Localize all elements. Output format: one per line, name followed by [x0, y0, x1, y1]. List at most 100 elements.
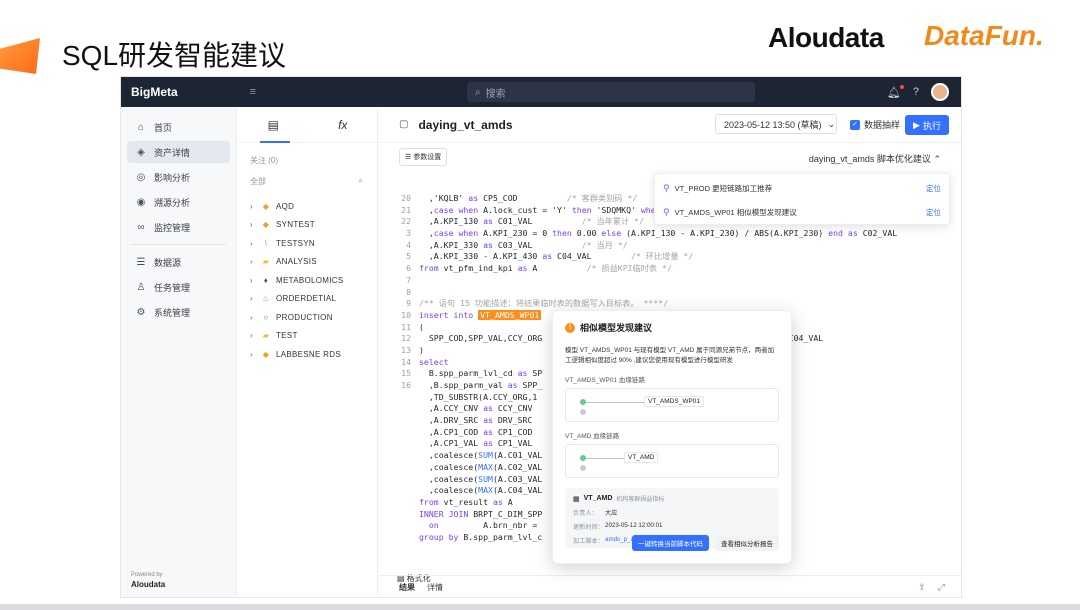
code-text: insert into VT_AMDS_WP01 — [419, 309, 542, 320]
similar-model-dialog: ! 相似模型发现建议 模型 VT_AMDS_WP01 与现有模型 VT_AMD 属… — [552, 310, 792, 564]
script-key: 加工脚本： — [573, 538, 604, 545]
model-subtitle: 机构客群损益指标 — [616, 497, 665, 503]
sidebar-item-label: 监控管理 — [154, 222, 191, 233]
collapse-sidebar-icon[interactable]: ≡ — [250, 86, 256, 98]
line-number — [391, 462, 419, 474]
suggestion-label: VT_PROD 更短链路加工推荐 — [674, 183, 773, 193]
slide-accent-shape — [0, 38, 40, 74]
tree-item[interactable]: › ▰ ANALYSIS — [238, 253, 377, 272]
line-number: 13 — [401, 344, 411, 355]
tab-tables-icon[interactable]: ▤ — [268, 118, 279, 132]
aloudata-logo: Aloudata — [768, 22, 884, 53]
lineage-graph[interactable]: VT_AMD — [565, 444, 779, 478]
tree-item[interactable]: › ♦ METABOLOMICS — [238, 271, 377, 290]
export-icon[interactable]: ⇪ — [918, 582, 926, 593]
database-icon: ☰ — [136, 256, 146, 268]
search-icon: ⌕ — [475, 86, 481, 98]
code-line[interactable]: 5 ,A.KPI_330 - A.KPI_430 as C04_VAL /* 环… — [391, 251, 961, 263]
powered-by-brand: Aloudata — [131, 580, 166, 589]
app-brand: BigMeta — [131, 85, 178, 99]
chevron-right-icon: › — [250, 257, 253, 267]
suggestion-label: VT_AMDS_WP01 相似模型发现建议 — [674, 207, 797, 217]
line-number — [391, 485, 419, 497]
code-line[interactable]: 4 ,A.KPI_330 as C03_VAL /* 当月 */ — [391, 240, 961, 252]
code-line[interactable]: 6 from vt_pfm_ind_kpi as A /* 损益KPI临时表 */ — [391, 263, 961, 275]
lineage-node — [580, 409, 586, 415]
tree-item[interactable]: › ♨ ORDERDETIAL — [238, 290, 377, 309]
tree-item-label: LABBESNE RDS — [276, 349, 341, 359]
sidebar-item-task[interactable]: ♙ 任务管理 — [127, 276, 230, 298]
owner-key: 负责人： — [573, 510, 598, 517]
user-avatar[interactable] — [931, 83, 949, 101]
code-text: ) — [419, 344, 424, 355]
sidebar-item-asset-detail[interactable]: ◈ 资产详情 — [127, 141, 230, 163]
sidebar-item-impact-analysis[interactable]: ◎ 影响分析 — [127, 166, 230, 188]
run-button[interactable]: ▶ 执行 — [905, 115, 949, 135]
chevron-up-icon: ⌃ — [933, 154, 941, 164]
param-settings-button[interactable]: ☰ 参数设置 — [399, 148, 448, 166]
expand-icon[interactable]: ⤢ — [938, 582, 945, 593]
line-number — [391, 520, 419, 532]
run-label: 执行 — [922, 120, 941, 131]
follow-label[interactable]: 关注 (0) — [250, 155, 377, 166]
sample-checkbox[interactable]: ✓ 数据抽样 — [850, 118, 900, 131]
link-icon: \ — [264, 238, 268, 248]
locate-link[interactable]: 定位 — [926, 183, 941, 194]
tab-functions[interactable]: fx — [338, 118, 347, 132]
tree-item[interactable]: › ◆ AQD — [238, 197, 377, 216]
sidebar-item-label: 数据源 — [154, 257, 182, 268]
slide-bottom-border — [0, 604, 1080, 610]
sidebar-item-system[interactable]: ⚙ 系统管理 — [127, 301, 230, 323]
search-icon[interactable]: ⌕ — [359, 176, 363, 187]
code-text: ,coalesce(MAX(A.C02_VAL — [419, 461, 543, 472]
top-icons: 🔔︎ ? — [887, 83, 949, 101]
code-text: from vt_result as A — [419, 496, 513, 507]
tree-item[interactable]: › ○ PRODUCTION — [238, 308, 377, 327]
model-name[interactable]: VT_AMD — [584, 495, 613, 502]
help-icon[interactable]: ? — [913, 86, 919, 98]
sidebar-item-trace-analysis[interactable]: ◉ 溯源分析 — [127, 191, 230, 213]
line-number: 11 — [401, 321, 411, 332]
code-text: select — [419, 356, 449, 367]
tree-item[interactable]: › \ TESTSYN — [238, 234, 377, 253]
suggestion-item[interactable]: ⚲ VT_AMDS_WP01 相似模型发现建议 定位 — [663, 202, 941, 222]
tab-results[interactable]: 结果 — [399, 582, 415, 593]
chevron-right-icon: › — [250, 201, 253, 211]
dialog-title: ! 相似模型发现建议 — [565, 321, 779, 334]
optimization-title[interactable]: daying_vt_amds 脚本优化建议 ⌃ — [809, 152, 941, 165]
sidebar-item-monitor[interactable]: ∞ 监控管理 — [127, 216, 230, 238]
owner-value: 大应 — [605, 510, 618, 517]
tree-search[interactable]: 全部 ⌕ — [250, 176, 363, 187]
sidebar-item-home[interactable]: ⌂ 首页 — [127, 116, 230, 138]
tab-details[interactable]: 详情 — [427, 582, 443, 593]
code-line[interactable]: 8 — [391, 287, 961, 299]
lineage-graph[interactable]: VT_AMDS_WP01 — [565, 388, 779, 422]
code-line[interactable]: 3 ,case when A.KPI_230 = 0 then 0.00 els… — [391, 228, 961, 240]
folder-icon: ▰ — [262, 257, 270, 267]
sidebar-item-label: 影响分析 — [154, 172, 191, 183]
locate-link[interactable]: 定位 — [926, 207, 941, 218]
code-line[interactable]: 7 — [391, 275, 961, 287]
tree-item[interactable]: › ◆ LABBESNE RDS — [238, 345, 377, 364]
model-card-title: ▦ VT_AMD 机构客群损益指标 — [573, 494, 771, 503]
line-number — [391, 438, 419, 450]
view-report-button[interactable]: 查看相似分析报告 — [715, 535, 779, 551]
all-label: 全部 — [250, 177, 266, 186]
version-select[interactable]: 2023-05-12 13:50 (草稿) ⌄ — [715, 114, 837, 134]
updated-key: 更新时间： — [573, 524, 604, 531]
tree-item[interactable]: › ◆ SYNTEST — [238, 216, 377, 235]
lineage-label: VT_AMD 血缘链路 — [565, 433, 620, 440]
global-search-input[interactable]: ⌕ 搜索 — [467, 82, 755, 102]
powered-by: Powered by Aloudata — [131, 571, 165, 591]
sidebar-item-label: 系统管理 — [154, 307, 191, 318]
tree-item[interactable]: › ▰ TEST — [238, 327, 377, 346]
suggestion-item[interactable]: ⚲ VT_PROD 更短链路加工推荐 定位 — [663, 178, 941, 198]
sidebar-item-datasource[interactable]: ☰ 数据源 — [127, 251, 230, 273]
line-number — [391, 509, 419, 521]
chevron-right-icon: › — [250, 294, 253, 304]
convert-script-button[interactable]: 一键转换当前脚本代码 — [632, 535, 709, 551]
notification-bell-icon[interactable]: 🔔︎ — [887, 84, 904, 99]
layers-icon: ◈ — [137, 146, 145, 158]
code-line[interactable]: 9 /** 语句 15 功能描述：将结果临时表的数据写入目标表。 ****/ — [391, 298, 961, 310]
updated-value: 2023-05-12 12:00:01 — [605, 522, 663, 529]
